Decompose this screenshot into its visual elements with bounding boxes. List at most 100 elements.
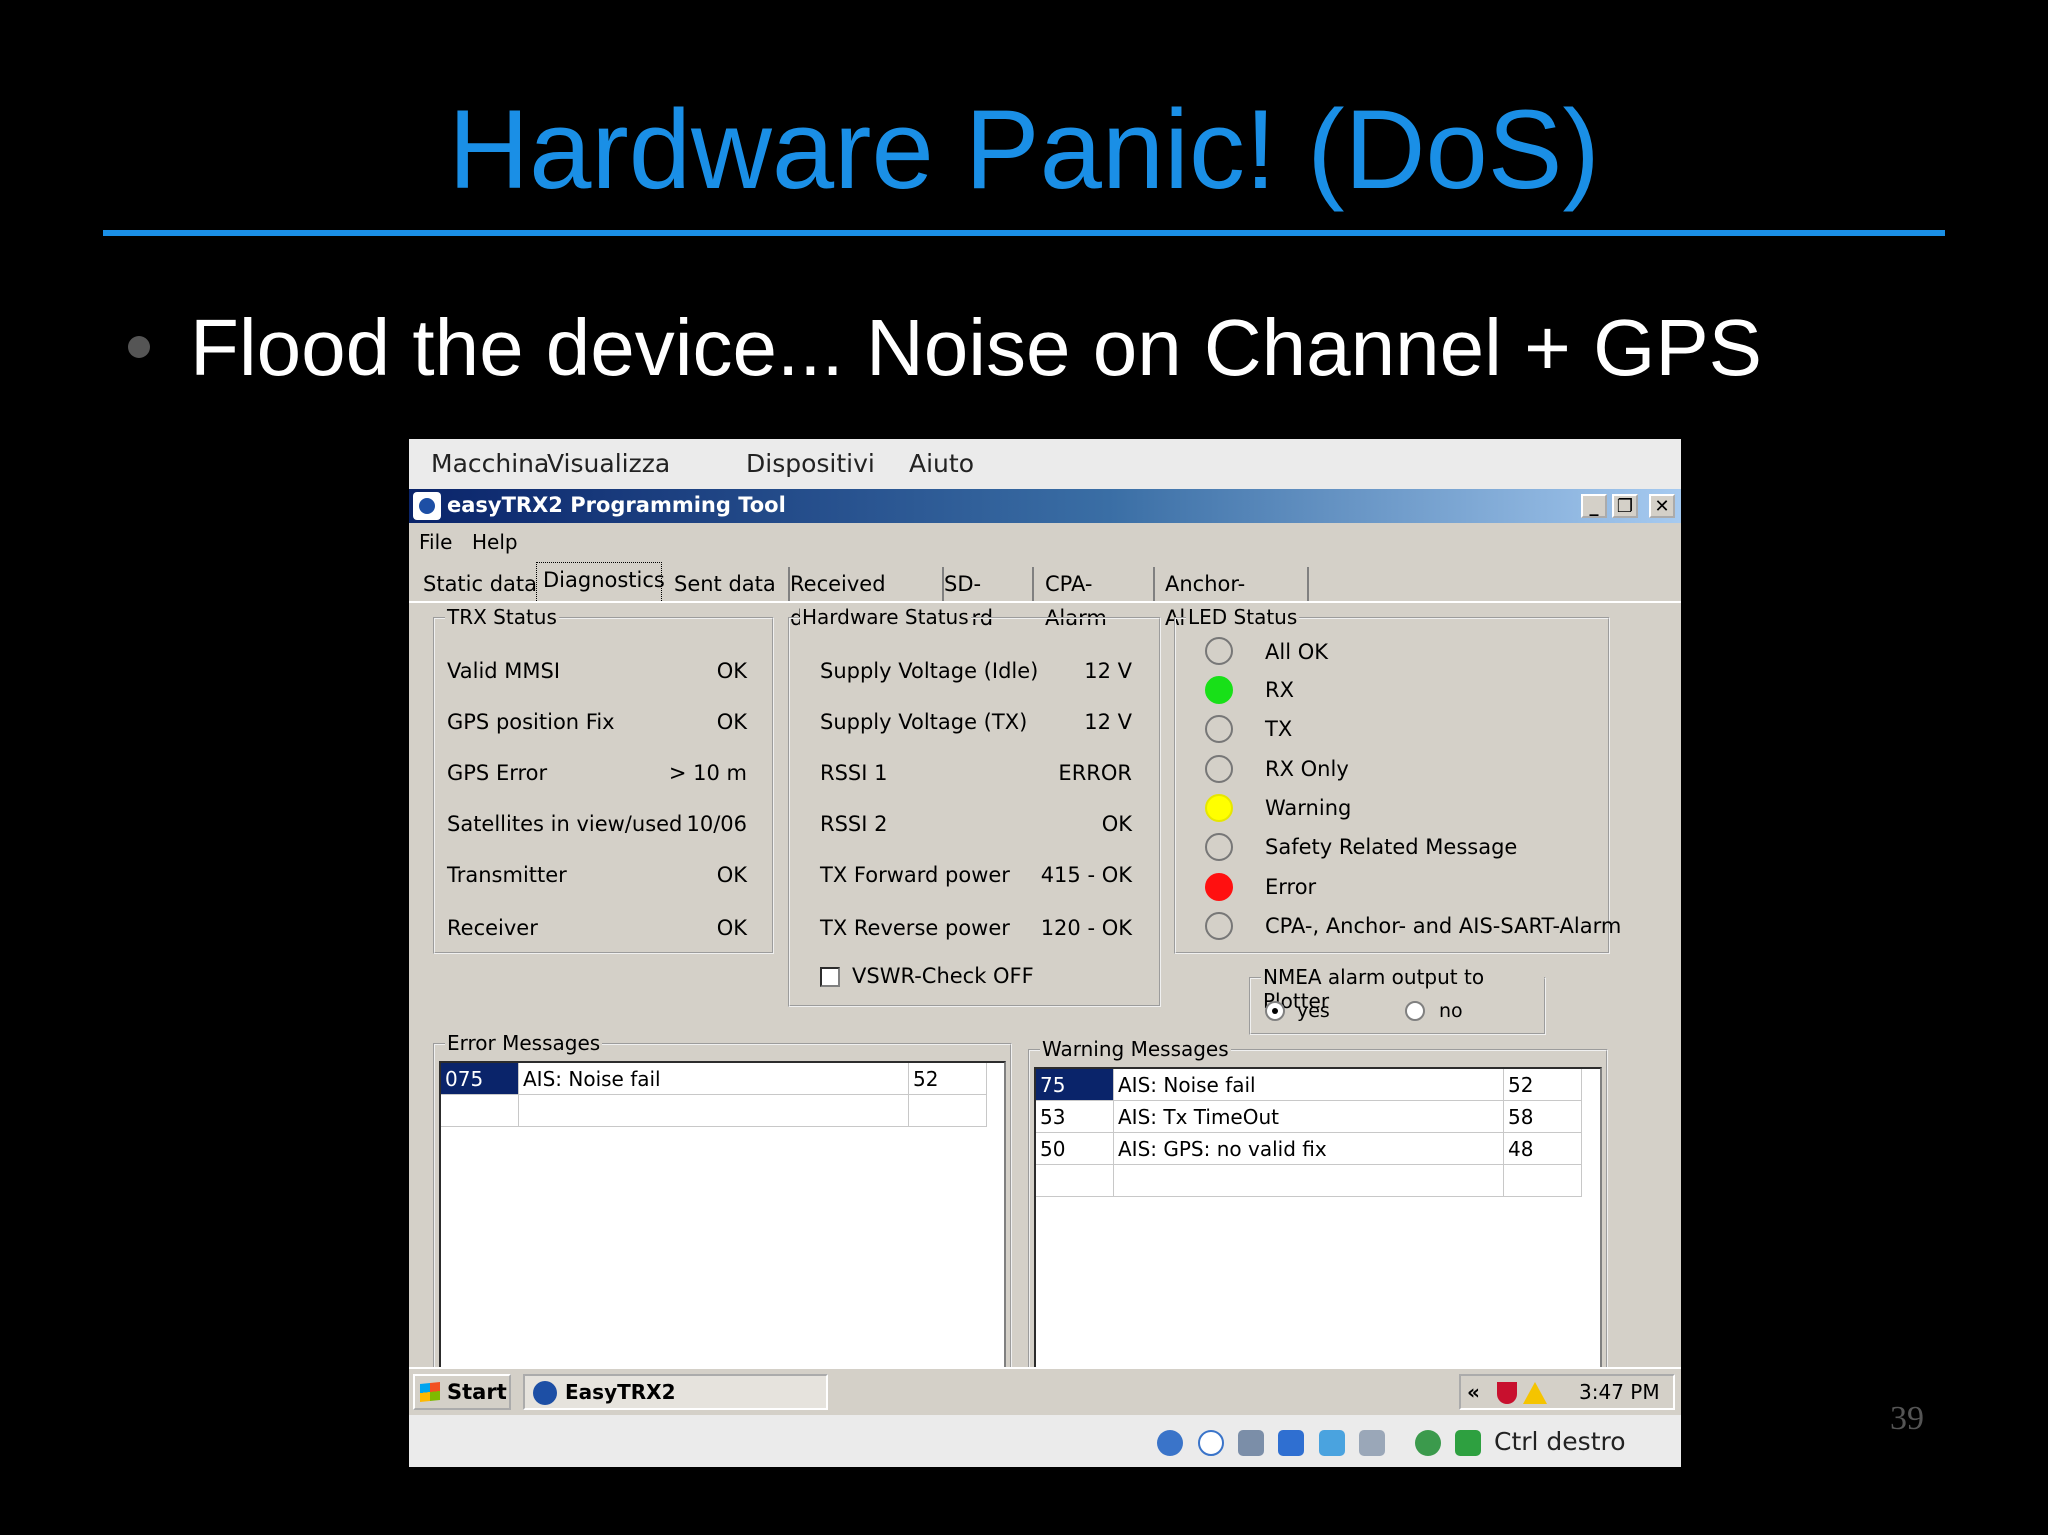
tab-cpa-alarm[interactable]: CPA-Alarm [1041,567,1155,630]
start-button[interactable]: Start [413,1374,511,1410]
nmea-no-label: no [1439,1000,1463,1022]
host-key-arrow-icon[interactable] [1455,1430,1481,1456]
error-messages-legend: Error Messages [445,1031,603,1055]
start-label: Start [447,1380,507,1404]
vswr-check-value: OFF [993,964,1034,988]
app-title: easyTRX2 Programming Tool [447,493,786,517]
optical-drive-icon[interactable] [1198,1430,1224,1456]
tab-sent-data[interactable]: Sent data [670,567,790,601]
tab-static-data[interactable]: Static data [419,567,547,601]
trx-value-gps-fix: OK [716,710,747,734]
empty-cell [1504,1165,1582,1197]
error-text-cell: AIS: Noise fail [519,1063,909,1095]
menu-file[interactable]: File [419,530,452,554]
virtualbox-window: Macchina Visualizza Dispositivi Aiuto ea… [409,439,1681,1467]
warning-messages-legend: Warning Messages [1040,1037,1231,1061]
hw-label-rssi1: RSSI 1 [820,761,888,785]
warning-row[interactable]: 53 AIS: Tx TimeOut 58 [1036,1101,1596,1133]
tab-received-data[interactable]: Received data [786,567,944,630]
display-icon[interactable] [1359,1430,1385,1456]
led-label-rx-only: RX Only [1265,757,1349,781]
network-icon[interactable] [1278,1430,1304,1456]
vm-statusbar: Ctrl destro [409,1415,1681,1467]
vswr-check-label: VSWR-Check [852,964,987,988]
warning-code-cell: 53 [1036,1101,1114,1133]
app-icon [413,492,441,520]
tray-clock[interactable]: 3:47 PM [1579,1376,1660,1408]
taskbar-app-button[interactable]: EasyTRX2 Programmi... [523,1374,828,1436]
guest-taskbar: Start EasyTRX2 Programmi... « 3:47 PM [409,1367,1681,1436]
vm-menu-dispositivi[interactable]: Dispositivi [746,449,875,478]
hw-value-supply-idle: 12 V [1084,659,1132,683]
trx-status-legend: TRX Status [445,605,559,629]
warning-code-cell: 50 [1036,1133,1114,1165]
hw-label-rssi2: RSSI 2 [820,812,888,836]
page-number: 39 [1890,1400,1924,1437]
trx-value-valid-mmsi: OK [716,659,747,683]
trx-value-gps-error: > 10 m [668,761,747,785]
capture-icon[interactable] [1415,1430,1441,1456]
vm-menu-aiuto[interactable]: Aiuto [909,449,974,478]
trx-label-gps-fix: GPS position Fix [447,710,615,734]
vm-menubar: Macchina Visualizza Dispositivi Aiuto [409,439,1681,489]
hw-value-tx-reverse: 120 - OK [1040,916,1132,940]
nmea-alarm-group: NMEA alarm output to Plotter yes no [1249,965,1546,1035]
led-label-warning: Warning [1265,796,1352,820]
tab-strip-border [409,601,1681,603]
led-label-cpa-anchor-sart: CPA-, Anchor- and AIS-SART-Alarm [1265,914,1622,938]
title-divider [103,230,1945,236]
trx-value-transmitter: OK [716,863,747,887]
led-cpa-anchor-sart [1205,912,1233,940]
nmea-yes-radio[interactable] [1265,1001,1285,1021]
warning-count-cell: 52 [1504,1069,1582,1101]
security-shield-icon[interactable] [1497,1382,1517,1404]
warning-row-empty [1036,1165,1596,1197]
hard-disk-icon[interactable] [1157,1430,1183,1456]
led-error [1205,873,1233,901]
led-rx-only [1205,755,1233,783]
tab-sd-card[interactable]: SD-Card [940,567,1034,630]
usb-icon[interactable] [1238,1430,1264,1456]
error-row[interactable]: 075 AIS: Noise fail 52 [441,1063,1001,1095]
hw-value-tx-forward: 415 - OK [1040,863,1132,887]
hw-value-rssi2: OK [1101,812,1132,836]
error-messages-group: Error Messages 075 AIS: Noise fail 52 [433,1031,1012,1369]
warning-messages-list[interactable]: 75 AIS: Noise fail 52 53 AIS: Tx TimeOut… [1034,1067,1602,1369]
close-button[interactable]: ✕ [1649,494,1675,518]
hardware-status-legend: Hardware Status [800,605,971,629]
warning-row[interactable]: 50 AIS: GPS: no valid fix 48 [1036,1133,1596,1165]
error-messages-list[interactable]: 075 AIS: Noise fail 52 [439,1061,1006,1369]
windows-logo-icon [420,1381,440,1403]
warning-icon[interactable] [1523,1382,1547,1404]
led-rx [1205,676,1233,704]
warning-code-cell: 75 [1036,1069,1114,1101]
vm-menu-macchina[interactable]: Macchina [431,449,549,478]
warning-row[interactable]: 75 AIS: Noise fail 52 [1036,1069,1596,1101]
vm-menu-visualizza[interactable]: Visualizza [547,449,670,478]
vswr-check-checkbox[interactable] [820,967,840,987]
minimize-button[interactable]: _ [1581,494,1607,518]
warning-text-cell: AIS: Noise fail [1114,1069,1504,1101]
trx-status-group: TRX Status Valid MMSI OK GPS position Fi… [433,605,774,954]
tray-expand-chevron[interactable]: « [1467,1376,1480,1408]
warning-text-cell: AIS: GPS: no valid fix [1114,1133,1504,1165]
bullet-text: Flood the device... Noise on Channel + G… [190,303,1763,392]
host-key-label: Ctrl destro [1494,1427,1626,1456]
restore-button[interactable]: ❐ [1612,494,1638,518]
app-titlebar[interactable]: easyTRX2 Programming Tool _ ❐ ✕ [409,489,1681,523]
empty-cell [441,1095,519,1127]
tab-diagnostics[interactable]: Diagnostics [536,562,665,603]
slide-title: Hardware Panic! (DoS) [448,87,1600,212]
tab-anchor-alarm[interactable]: Anchor-Alarm [1161,567,1309,630]
warning-count-cell: 48 [1504,1133,1582,1165]
nmea-yes-label: yes [1297,1000,1330,1022]
hw-label-supply-tx: Supply Voltage (TX) [820,710,1028,734]
led-label-rx: RX [1265,678,1294,702]
hw-label-tx-forward: TX Forward power [820,863,1010,887]
nmea-no-radio[interactable] [1405,1001,1425,1021]
shared-folders-icon[interactable] [1319,1430,1345,1456]
trx-label-satellites: Satellites in view/used [447,812,683,836]
led-label-tx: TX [1265,717,1293,741]
menu-help[interactable]: Help [472,530,518,554]
trx-label-gps-error: GPS Error [447,761,548,785]
